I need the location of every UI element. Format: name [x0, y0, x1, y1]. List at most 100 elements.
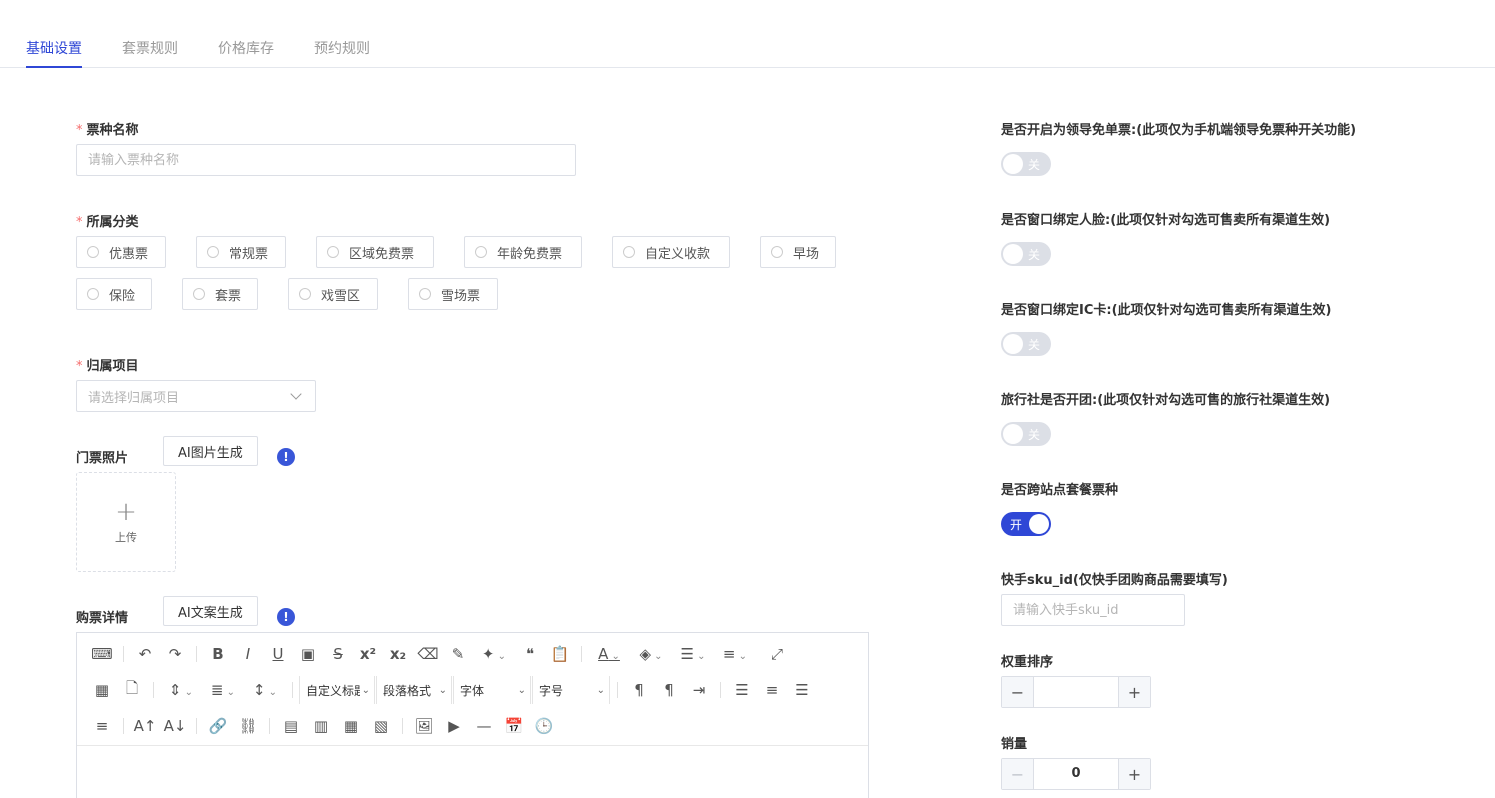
- category-radio-ski-ticket[interactable]: 雪场票: [408, 278, 498, 310]
- quote-icon[interactable]: ❝: [515, 645, 545, 663]
- lowercase-icon[interactable]: A↓: [160, 717, 190, 735]
- image-center-icon[interactable]: ▦: [336, 717, 366, 735]
- category-radio-custom-payment[interactable]: 自定义收款: [612, 236, 730, 268]
- editor-content-area[interactable]: [77, 746, 868, 798]
- image-right-icon[interactable]: ▧: [366, 717, 396, 735]
- bind-ic-card-switch[interactable]: 关: [1001, 332, 1051, 356]
- info-icon[interactable]: !: [277, 448, 295, 466]
- select-all-icon[interactable]: ▦: [87, 681, 117, 699]
- image-none-icon[interactable]: ▤: [276, 717, 306, 735]
- image-left-icon[interactable]: ▥: [306, 717, 336, 735]
- custom-title-select[interactable]: 自定义标题: [299, 676, 375, 704]
- category-radio-package[interactable]: 套票: [182, 278, 258, 310]
- weight-value[interactable]: [1034, 677, 1118, 707]
- unordered-list-icon[interactable]: ≡: [714, 645, 756, 663]
- font-size-select[interactable]: 字号: [532, 676, 610, 704]
- format-painter-icon[interactable]: ✎: [443, 645, 473, 663]
- fullscreen-icon[interactable]: ⤢: [762, 645, 792, 663]
- project-label: * 归属项目: [76, 355, 139, 374]
- photo-upload-area[interactable]: + 上传: [76, 472, 176, 572]
- new-document-icon[interactable]: 🗋: [117, 678, 147, 703]
- align-justify-icon[interactable]: ≡: [87, 717, 117, 735]
- tab-package-rules[interactable]: 套票规则: [122, 38, 178, 67]
- category-radio-discount[interactable]: 优惠票: [76, 236, 166, 268]
- category-radio-insurance[interactable]: 保险: [76, 278, 152, 310]
- kuaishou-sku-input[interactable]: [1001, 594, 1185, 626]
- rtl-paragraph-icon[interactable]: ¶: [654, 681, 684, 699]
- underline-icon[interactable]: U: [263, 645, 293, 663]
- leader-free-switch[interactable]: 关: [1001, 152, 1051, 176]
- bold-icon[interactable]: B: [203, 645, 233, 663]
- ticket-name-input[interactable]: [76, 144, 576, 176]
- tab-booking-rules[interactable]: 预约规则: [314, 38, 370, 67]
- ordered-list-icon[interactable]: ☰: [672, 645, 714, 663]
- category-radio-age-free[interactable]: 年龄免费票: [464, 236, 582, 268]
- ticket-name-label: * 票种名称: [76, 119, 139, 138]
- switch-state-text: 开: [1010, 518, 1023, 532]
- link-icon[interactable]: 🔗: [203, 717, 233, 735]
- eraser-icon[interactable]: ⌫: [413, 645, 443, 663]
- unlink-icon[interactable]: ⛓: [233, 717, 263, 735]
- strikethrough-icon[interactable]: S: [323, 645, 353, 663]
- cross-site-package-switch[interactable]: 开: [1001, 512, 1051, 536]
- weight-increase-button[interactable]: +: [1118, 677, 1150, 707]
- kuaishou-sku-label: 快手sku_id(仅快手团购商品需要填写): [1001, 573, 1228, 588]
- weight-sort-label: 权重排序: [1001, 655, 1054, 670]
- subscript-icon[interactable]: x₂: [383, 645, 413, 663]
- tab-basic-settings[interactable]: 基础设置: [26, 38, 82, 68]
- category-radio-area-free[interactable]: 区域免费票: [316, 236, 434, 268]
- radio-label: 保险: [109, 288, 136, 304]
- paragraph-format-select[interactable]: 段落格式: [376, 676, 452, 704]
- purchase-details-label: 购票详情: [76, 611, 129, 626]
- align-left-icon[interactable]: ☰: [727, 681, 757, 699]
- paste-icon[interactable]: 📋: [545, 645, 575, 663]
- italic-icon[interactable]: I: [233, 645, 263, 663]
- insert-time-icon[interactable]: 🕒: [529, 717, 559, 735]
- insert-image-icon[interactable]: 🖼: [409, 717, 439, 735]
- vertical-align-icon[interactable]: ≣: [202, 681, 244, 699]
- row-spacing-icon[interactable]: ⇕: [160, 681, 202, 699]
- travel-group-switch[interactable]: 关: [1001, 422, 1051, 446]
- switch-state-text: 关: [1028, 248, 1041, 262]
- ai-image-generate-button[interactable]: AI图片生成: [163, 436, 258, 466]
- sales-value[interactable]: 0: [1034, 759, 1118, 789]
- info-icon[interactable]: !: [277, 608, 295, 626]
- font-family-select[interactable]: 字体: [453, 676, 531, 704]
- font-color-icon[interactable]: A: [588, 645, 630, 663]
- background-color-icon[interactable]: ◈: [630, 645, 672, 663]
- undo-icon[interactable]: ↶: [130, 645, 160, 663]
- redo-icon[interactable]: ↷: [160, 645, 190, 663]
- category-radio-snow-play[interactable]: 戏雪区: [288, 278, 378, 310]
- toolbar-row-2: ▦ 🗋 ⇕ ≣ ↕ 自定义标题 段落格式 字体 字号 ¶ ¶ ⇥ ☰ ≡ ☰: [77, 675, 817, 705]
- align-right-icon[interactable]: ☰: [787, 681, 817, 699]
- sales-decrease-button[interactable]: −: [1002, 759, 1034, 789]
- category-radio-morning[interactable]: 早场: [760, 236, 836, 268]
- ai-copy-generate-button[interactable]: AI文案生成: [163, 596, 258, 626]
- uppercase-icon[interactable]: A↑: [130, 717, 160, 735]
- text-box-icon[interactable]: ▣: [293, 645, 323, 663]
- ticket-photo-label: 门票照片: [76, 451, 129, 466]
- insert-date-icon[interactable]: 📅: [499, 717, 529, 735]
- align-center-icon[interactable]: ≡: [757, 681, 787, 699]
- project-select[interactable]: 请选择归属项目: [76, 380, 316, 412]
- sales-increase-button[interactable]: +: [1118, 759, 1150, 789]
- bind-face-switch[interactable]: 关: [1001, 242, 1051, 266]
- line-height-icon[interactable]: ↕: [244, 681, 286, 699]
- bind-ic-card-switch-label: 是否窗口绑定IC卡:(此项仅针对勾选可售卖所有渠道生效): [1001, 303, 1332, 318]
- bind-face-switch-label: 是否窗口绑定人脸:(此项仅针对勾选可售卖所有渠道生效): [1001, 213, 1331, 228]
- magic-wand-icon[interactable]: ✦: [473, 645, 515, 663]
- radio-circle-icon: [327, 246, 339, 258]
- horizontal-rule-icon[interactable]: —: [469, 717, 499, 735]
- insert-video-icon[interactable]: ▶: [439, 717, 469, 735]
- weight-decrease-button[interactable]: −: [1002, 677, 1034, 707]
- keyboard-icon[interactable]: ⌨: [87, 645, 117, 663]
- ltr-paragraph-icon[interactable]: ¶: [624, 681, 654, 699]
- tab-price-stock[interactable]: 价格库存: [218, 38, 274, 67]
- rich-text-editor: ⌨ ↶ ↷ B I U ▣ S x² x₂ ⌫ ✎ ✦ ❝ 📋 A ◈ ☰ ≡ …: [76, 632, 869, 798]
- tab-bar: 基础设置 套票规则 价格库存 预约规则: [0, 0, 1495, 68]
- category-radio-regular[interactable]: 常规票: [196, 236, 286, 268]
- superscript-icon[interactable]: x²: [353, 645, 383, 663]
- indent-icon[interactable]: ⇥: [684, 681, 714, 699]
- radio-circle-icon: [87, 246, 99, 258]
- leader-free-switch-label: 是否开启为领导免单票:(此项仅为手机端领导免票种开关功能): [1001, 123, 1357, 138]
